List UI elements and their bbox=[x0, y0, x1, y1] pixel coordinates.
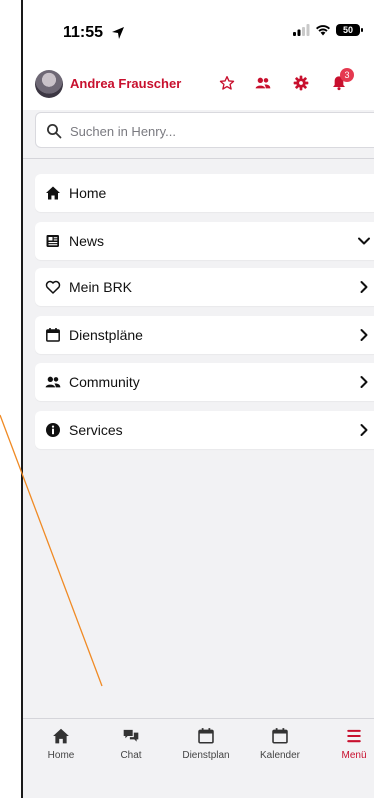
tab-chat[interactable]: Chat bbox=[103, 727, 159, 761]
menu-item-mein-brk[interactable]: Mein BRK bbox=[35, 268, 374, 306]
tab-label: Kalender bbox=[259, 750, 301, 761]
notifications-button[interactable]: 3 bbox=[329, 68, 354, 93]
star-icon bbox=[219, 76, 235, 90]
chevron-right-icon[interactable] bbox=[356, 422, 372, 438]
tab-label: Menü bbox=[341, 750, 367, 761]
search-input[interactable] bbox=[68, 121, 372, 141]
settings-button[interactable] bbox=[291, 73, 311, 93]
app-header: Andrea Frauscher 3 bbox=[23, 58, 374, 110]
menu-item-label: Community bbox=[69, 374, 140, 390]
menu-item-home[interactable]: Home bbox=[35, 174, 374, 212]
notification-badge: 3 bbox=[340, 68, 354, 82]
bottom-tab-bar: Home Chat Dienstplan Kalender Menü bbox=[23, 719, 374, 798]
menu-item-label: Home bbox=[69, 185, 107, 201]
chevron-right-icon[interactable] bbox=[356, 327, 372, 343]
menu-item-services[interactable]: Services bbox=[35, 411, 374, 449]
status-time: 11:55 bbox=[63, 24, 104, 41]
user-name[interactable]: Andrea Frauscher bbox=[70, 76, 181, 91]
signal-icon bbox=[293, 24, 310, 36]
menu-item-label: News bbox=[69, 233, 105, 249]
chevron-down-icon[interactable] bbox=[356, 233, 372, 249]
users-icon bbox=[45, 376, 61, 388]
info-icon bbox=[46, 423, 60, 437]
menu-item-label: Services bbox=[69, 422, 123, 438]
heart-icon bbox=[45, 280, 61, 294]
menu-item-community[interactable]: Community bbox=[35, 363, 374, 401]
status-icons: 50 bbox=[293, 24, 363, 36]
tab-kalender[interactable]: Kalender bbox=[252, 727, 308, 761]
contacts-button[interactable] bbox=[253, 73, 273, 93]
tab-home[interactable]: Home bbox=[33, 727, 89, 761]
tab-label: Chat bbox=[120, 750, 142, 761]
chevron-right-icon[interactable] bbox=[356, 374, 372, 390]
calendar-icon bbox=[198, 728, 214, 744]
menu-item-dienstplaene[interactable]: Dienstpläne bbox=[35, 316, 374, 354]
wifi-icon bbox=[316, 25, 330, 36]
calendar-icon bbox=[46, 328, 60, 342]
favorites-button[interactable] bbox=[217, 73, 237, 93]
tab-menu[interactable]: Menü bbox=[326, 727, 374, 761]
users-icon bbox=[255, 77, 271, 89]
avatar[interactable] bbox=[35, 70, 63, 98]
search-bar[interactable] bbox=[35, 112, 374, 148]
phone-screen: 11:55 50 Andrea Frauscher 3 Suchen in He… bbox=[21, 0, 374, 798]
menu-item-label: Dienstpläne bbox=[69, 327, 143, 343]
calendar-icon bbox=[272, 728, 288, 744]
home-icon bbox=[53, 728, 69, 744]
newspaper-icon bbox=[46, 235, 59, 247]
battery-icon: 50 bbox=[336, 24, 363, 36]
tab-dienstplan[interactable]: Dienstplan bbox=[178, 727, 234, 761]
tab-label: Dienstplan bbox=[182, 750, 230, 761]
gear-icon bbox=[293, 75, 309, 91]
header-divider bbox=[23, 158, 374, 159]
chevron-right-icon[interactable] bbox=[356, 279, 372, 295]
status-bar: 11:55 50 bbox=[23, 0, 374, 58]
location-arrow-icon bbox=[112, 27, 124, 39]
tab-label: Home bbox=[47, 750, 75, 761]
search-icon bbox=[47, 124, 62, 139]
chat-icon bbox=[123, 729, 139, 742]
menu-item-news[interactable]: News bbox=[35, 222, 374, 260]
home-icon bbox=[46, 186, 60, 200]
menu-icon bbox=[347, 729, 361, 743]
menu-item-label: Mein BRK bbox=[69, 279, 133, 295]
